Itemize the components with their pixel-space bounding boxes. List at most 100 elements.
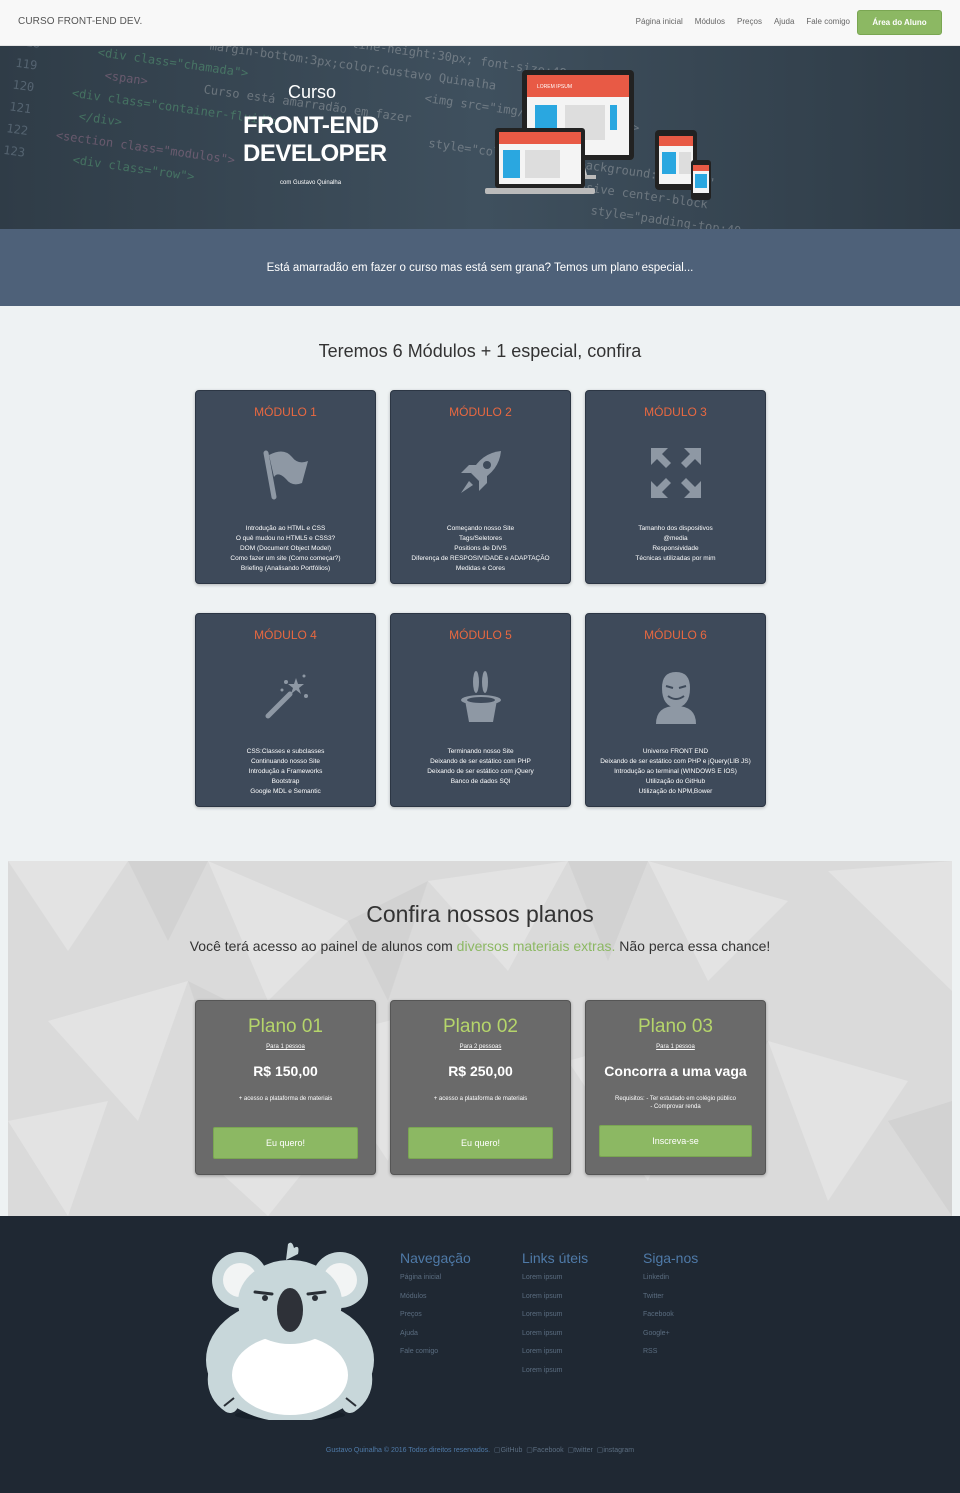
area-do-aluno-button[interactable]: Área do Aluno [857,10,942,35]
footer-link[interactable]: Lorem ipsum [522,1288,588,1307]
plan-description-line: + acesso a plataforma de materiais [238,1096,333,1102]
plans-subtitle-highlight: diversos materiais extras. [456,938,616,954]
footer-col-title: Navegação [400,1250,471,1266]
module-topics: Terminando nosso Site Deixando de ser es… [391,747,570,787]
plan-3-inscreva-se-button[interactable]: Inscreva-se [599,1125,752,1157]
footer-link[interactable]: Lorem ipsum [522,1325,588,1344]
footer-col-links-uteis: Links úteis Lorem ipsum Lorem ipsum Lore… [522,1250,588,1380]
promo-text: Está amarradão em fazer o curso mas está… [266,262,694,274]
module-topic: Briefing (Analisando Portfólios) [240,565,331,572]
brand-logo[interactable]: CURSO FRONT-END DEV. [18,16,142,27]
module-topic: @media [663,535,688,542]
svg-text:120: 120 [12,78,35,95]
module-title: MÓDULO 4 [254,628,317,642]
social-link-facebook[interactable]: Facebook [533,1447,564,1454]
footer-link-google-plus[interactable]: Google+ [643,1325,698,1344]
plan-2-eu-quero-button[interactable]: Eu quero! [408,1127,553,1159]
module-topic: Deixando de ser estático com jQuery [427,768,534,775]
plan-description: Requisitos: - Ter estudado em colégio pú… [586,1095,765,1111]
module-title: MÓDULO 2 [449,405,512,419]
nav-links: Página inicial Módulos Preços Ajuda Fale… [624,17,850,26]
nav-link-ajuda[interactable]: Ajuda [774,17,794,26]
module-topic: Terminando nosso Site [447,748,514,755]
nav-link-fale-comigo[interactable]: Fale comigo [806,17,850,26]
plan-people: Para 1 pessoa [656,1044,695,1050]
hero-curso-label: Curso [288,82,337,102]
module-title: MÓDULO 1 [254,405,317,419]
module-topics: CSS:Classes e subclasses Continuando nos… [196,747,375,797]
module-card-2: MÓDULO 2 Começando nosso Site Tags/Selet… [390,390,571,584]
footer-link[interactable]: Ajuda [400,1325,471,1344]
footer-link[interactable]: Lorem ipsum [522,1306,588,1325]
plan-name: Plano 03 [637,1016,713,1037]
footer: Navegação Página inicial Módulos Preços … [0,1216,960,1493]
github-icon: ▢ [493,1447,501,1454]
footer-col-siga-nos: Siga-nos Linkedin Twitter Facebook Googl… [643,1250,698,1362]
hero-title: FRONT-END DEVELOPER [243,112,387,168]
anonymous-mask-icon [656,672,696,724]
plan-description-line: + acesso a plataforma de materiais [433,1096,528,1102]
footer-link-rss[interactable]: RSS [643,1343,698,1362]
rocket-icon [461,451,501,493]
plan-description: + acesso a plataforma de materiais [196,1095,375,1103]
social-link-twitter[interactable]: twitter [574,1447,593,1454]
module-topic: Tamanho dos dispositivos [638,525,713,532]
module-title: MÓDULO 3 [644,405,707,419]
code-background-image: 116<div class="col-md-5">line-height:30p… [0,46,960,229]
plan-card-2: Plano 02 Para 2 pessoas R$ 250,00 + aces… [390,1000,571,1175]
magic-wand-icon [265,674,308,719]
nav-link-precos[interactable]: Preços [737,17,762,26]
facebook-icon: ▢ [526,1447,533,1454]
footer-link[interactable]: Página inicial [400,1269,471,1288]
module-topic: Deixando de ser estático com PHP e jQuer… [600,758,751,765]
footer-link[interactable]: Fale comigo [400,1343,471,1362]
module-topics: Começando nosso Site Tags/Seletores Posi… [391,524,570,574]
plan-card-1: Plano 01 Para 1 pessoa R$ 150,00 + acess… [195,1000,376,1175]
social-link-instagram[interactable]: instagram [603,1447,634,1454]
nav-link-modulos[interactable]: Módulos [695,17,725,26]
hero-title-line2: DEVELOPER [243,140,387,167]
svg-text:123: 123 [2,143,25,160]
module-topic: O quê mudou no HTML5 e CSS3? [235,535,336,542]
hero-author: com Gustavo Quinalha [280,180,342,186]
module-topic: DOM (Document Object Model) [239,545,332,552]
plans-title: Confira nossos planos [366,901,594,927]
footer-link[interactable]: Preços [400,1306,471,1325]
module-topic: Utilização do GitHub [645,778,706,785]
footer-link[interactable]: Lorem ipsum [522,1269,588,1288]
social-link-github[interactable]: GitHub [501,1447,523,1454]
plan-name: Plano 02 [442,1016,518,1037]
plan-card-3: Plano 03 Para 1 pessoa Concorra a uma va… [585,1000,766,1175]
modules-heading: Teremos 6 Módulos + 1 especial, confira [318,341,642,361]
plan-description: + acesso a plataforma de materiais [391,1095,570,1103]
module-topic: Responsividade [652,545,699,552]
hero-banner: 116<div class="col-md-5">line-height:30p… [0,46,960,229]
module-topic: Bootstrap [271,778,300,785]
footer-col-title: Siga-nos [643,1250,699,1266]
plan-name: Plano 01 [247,1016,323,1037]
module-topics: Tamanho dos dispositivos @media Responsi… [586,524,765,564]
flag-icon [263,450,308,500]
footer-link[interactable]: Lorem ipsum [522,1343,588,1362]
plan-description-line: - Comprovar renda [650,1104,701,1110]
module-topic: Banco de dados SQl [450,778,511,785]
plan-price: R$ 250,00 [448,1063,513,1079]
module-topic: Medidas e Cores [455,565,506,572]
module-topic: Introdução a Frameworks [248,768,323,775]
footer-link-twitter[interactable]: Twitter [643,1288,698,1307]
plan-people: Para 2 pessoas [459,1044,502,1050]
module-card-6: MÓDULO 6 Universo FRONT END Deixando de … [585,613,766,807]
copyright-text: Gustavo Quinalha © 2016 Todos direitos r… [325,1447,491,1454]
hero-title-line1: FRONT-END [243,112,379,139]
plan-1-eu-quero-button[interactable]: Eu quero! [213,1127,358,1159]
module-card-5: MÓDULO 5 Terminando nosso Site Deixando … [390,613,571,807]
footer-link[interactable]: Módulos [400,1288,471,1307]
module-topic: Diferença de RESPOSIVIDADE e ADAPTAÇÃO [411,555,550,562]
plan-price: R$ 150,00 [253,1063,318,1079]
footer-link-linkedin[interactable]: Linkedin [643,1269,698,1288]
footer-link[interactable]: Lorem ipsum [522,1362,588,1381]
module-title: MÓDULO 6 [644,628,707,642]
nav-link-pagina-inicial[interactable]: Página inicial [636,17,683,26]
module-topic: Deixando de ser estático com PHP [430,758,531,765]
footer-link-facebook[interactable]: Facebook [643,1306,698,1325]
